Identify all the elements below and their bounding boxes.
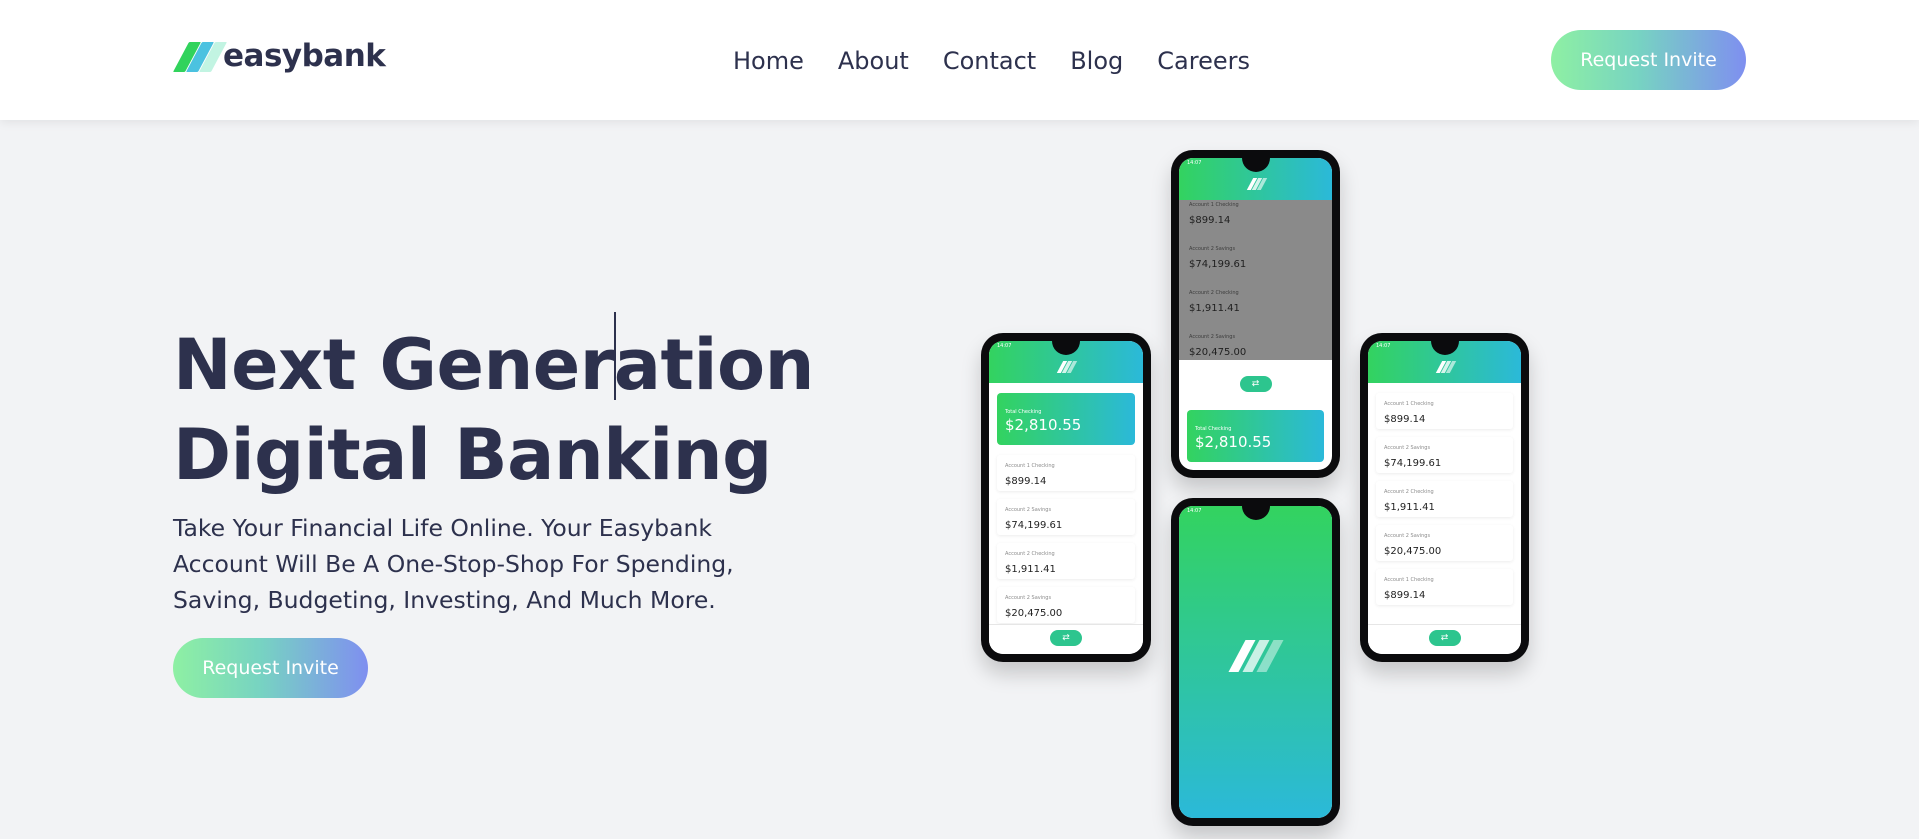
splash-logo-icon: [1227, 639, 1284, 672]
splash-screen: [1179, 506, 1332, 818]
account-label: Account 2 Checking: [1005, 551, 1055, 557]
app-logo-icon: [1056, 361, 1078, 373]
dimmed-account-list: Account 1 Checking $899.14 Account 2 Savi…: [1179, 200, 1332, 360]
account-row: Account 1 Checking $899.14: [1189, 202, 1239, 227]
account-amount: $899.14: [1384, 414, 1426, 425]
site-header: easybank Home About Contact Blog Careers…: [0, 0, 1919, 120]
account-card: Account 2 Savings $20,475.00: [997, 587, 1135, 623]
account-amount: $1,911.41: [1384, 502, 1435, 513]
nav-careers[interactable]: Careers: [1157, 46, 1250, 76]
status-time: 14:07: [997, 343, 1012, 349]
account-label: Account 2 Savings: [1189, 334, 1236, 340]
status-time: 14:07: [1187, 508, 1202, 514]
total-label: Total Checking: [1195, 426, 1232, 432]
account-label: Account 2 Savings: [1384, 445, 1431, 451]
transfer-pill-icon: ⇄: [1428, 630, 1461, 646]
account-card: Account 2 Checking $1,911.41: [1376, 481, 1513, 517]
phone-mockup-left: 14:07 Total Checking $2,810.55 Account 1…: [981, 333, 1151, 662]
nav-about[interactable]: About: [838, 46, 909, 76]
nav-contact[interactable]: Contact: [943, 46, 1036, 76]
hero-description: Take Your Financial Life Online. Your Ea…: [173, 514, 734, 614]
account-card: Account 1 Checking $899.14: [997, 455, 1135, 491]
account-amount: $899.14: [1384, 590, 1426, 601]
account-row: Account 2 Savings $20,475.00: [1189, 334, 1246, 359]
account-card: Account 1 Checking $899.14: [1376, 569, 1513, 605]
account-amount: $74,199.61: [1189, 259, 1247, 270]
total-checking-card: Total Checking $2,810.55: [1187, 410, 1324, 462]
status-time: 14:07: [1376, 343, 1391, 349]
nav-home[interactable]: Home: [733, 46, 804, 76]
phone-screen: 14:07 Account 1 Checking $899.14 Account …: [1179, 158, 1332, 470]
account-card: Account 2 Savings $20,475.00: [1376, 525, 1513, 561]
account-amount: $20,475.00: [1384, 546, 1442, 557]
account-amount: $20,475.00: [1005, 608, 1063, 619]
account-amount: $899.14: [1189, 215, 1231, 226]
total-label: Total Checking: [1005, 409, 1042, 415]
phone-mockup-right: 14:07 Account 1 Checking $899.14 Account …: [1360, 333, 1529, 662]
account-label: Account 2 Checking: [1384, 489, 1434, 495]
account-label: Account 1 Checking: [1384, 577, 1434, 583]
hero-title: Next Generation Digital Banking: [173, 320, 893, 500]
hero-title-line-1: Next Generation: [173, 324, 814, 406]
account-label: Account 2 Checking: [1189, 290, 1239, 296]
account-row: Account 2 Checking $1,911.41: [1189, 290, 1240, 315]
account-card: Account 2 Savings $74,199.61: [997, 499, 1135, 535]
account-amount: $1,911.41: [1189, 303, 1240, 314]
account-amount: $1,911.41: [1005, 564, 1056, 575]
phone-screen: 14:07: [1179, 506, 1332, 818]
transfer-pill-icon: ⇄: [1239, 376, 1272, 392]
account-row: Account 2 Savings $74,199.61: [1189, 246, 1246, 271]
header-request-invite-button[interactable]: Request Invite: [1551, 30, 1746, 90]
account-card: Account 2 Checking $1,911.41: [997, 543, 1135, 579]
account-label: Account 1 Checking: [1005, 463, 1055, 469]
app-logo-icon: [1246, 178, 1267, 190]
status-time: 14:07: [1187, 160, 1202, 166]
logo-text: easybank: [223, 38, 386, 74]
transfer-pill-icon: ⇄: [1050, 630, 1082, 646]
phone-screen: 14:07 Total Checking $2,810.55 Account 1…: [989, 341, 1143, 654]
account-amount: $899.14: [1005, 476, 1047, 487]
account-label: Account 1 Checking: [1189, 202, 1239, 208]
account-amount: $74,199.61: [1384, 458, 1442, 469]
total-amount: $2,810.55: [1195, 433, 1272, 451]
phone-mockup-top: 14:07 Account 1 Checking $899.14 Account …: [1171, 150, 1340, 478]
account-amount: $20,475.00: [1189, 347, 1247, 358]
account-amount: $74,199.61: [1005, 520, 1063, 531]
app-logo-icon: [1435, 361, 1456, 373]
phone-mockup-bottom: 14:07: [1171, 498, 1340, 826]
hero-title-line-2: Digital Banking: [173, 414, 772, 496]
account-label: Account 1 Checking: [1384, 401, 1434, 407]
account-label: Account 2 Savings: [1005, 507, 1052, 513]
total-checking-card: Total Checking $2,810.55: [997, 393, 1135, 445]
account-card: Account 2 Savings $74,199.61: [1376, 437, 1513, 473]
main-nav: Home About Contact Blog Careers: [733, 46, 1284, 76]
account-label: Account 2 Savings: [1189, 246, 1236, 252]
logo[interactable]: easybank: [173, 38, 386, 74]
logo-mark-icon: [173, 40, 227, 72]
text-cursor: [614, 312, 616, 400]
phone-screen: 14:07 Account 1 Checking $899.14 Account …: [1368, 341, 1521, 654]
total-amount: $2,810.55: [1005, 416, 1082, 434]
account-card: Account 1 Checking $899.14: [1376, 393, 1513, 429]
nav-blog[interactable]: Blog: [1070, 46, 1123, 76]
account-label: Account 2 Savings: [1005, 595, 1052, 601]
account-label: Account 2 Savings: [1384, 533, 1431, 539]
hero-request-invite-button[interactable]: Request Invite: [173, 638, 368, 698]
